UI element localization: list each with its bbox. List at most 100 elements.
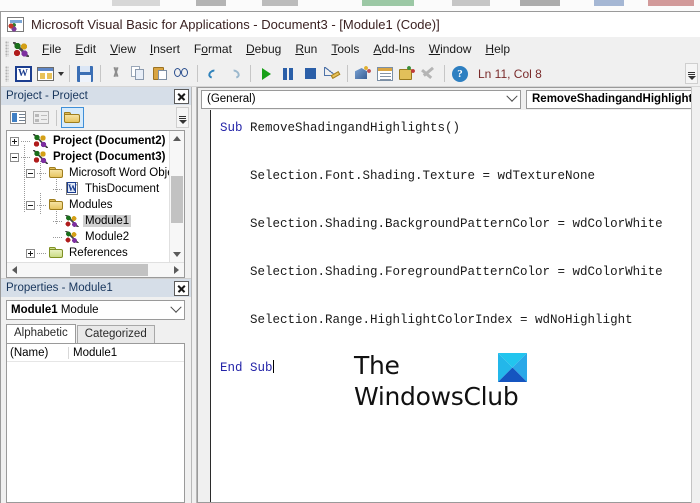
cut-button[interactable] <box>105 63 127 84</box>
view-code-icon <box>9 111 26 124</box>
left-dock: Project - Project Project (Document2) Pr… <box>1 87 191 503</box>
toolbar-grip-handle[interactable] <box>5 65 9 82</box>
properties-object-select[interactable]: Module1 Module <box>6 300 185 320</box>
scroll-up-button[interactable] <box>170 131 184 146</box>
tree-connector <box>53 220 63 222</box>
properties-titlebar: Properties - Module1 <box>1 279 191 297</box>
run-button[interactable] <box>255 63 277 84</box>
watermark-line-2: WindowsClub <box>354 382 519 411</box>
insert-userform-button[interactable] <box>34 63 56 84</box>
scrollbar-track[interactable] <box>22 263 169 277</box>
view-word-button[interactable]: W <box>12 63 34 84</box>
chevron-down-icon[interactable] <box>504 90 520 108</box>
tab-alphabetic[interactable]: Alphabetic <box>6 324 76 343</box>
tree-node-project-document2[interactable]: Project (Document2) <box>7 133 169 149</box>
expander-plus-icon[interactable] <box>26 248 35 258</box>
scissors-icon <box>109 66 123 81</box>
property-row[interactable]: (Name) Module1 <box>7 344 184 362</box>
code-margin-indicator-bar[interactable] <box>198 110 211 502</box>
expander-minus-icon[interactable] <box>26 200 35 210</box>
property-value[interactable]: Module1 <box>69 347 184 359</box>
chevron-up-icon <box>173 136 181 141</box>
menu-item-file[interactable]: File <box>35 39 68 59</box>
tab-categorized[interactable]: Categorized <box>76 325 155 343</box>
menu-item-view[interactable]: View <box>103 39 143 59</box>
menu-item-insert[interactable]: Insert <box>143 39 187 59</box>
code-window: (General) RemoveShadingandHighlights Sub… <box>197 87 700 503</box>
tree-node-module2[interactable]: Module2 <box>7 229 169 245</box>
menu-item-help[interactable]: Help <box>478 39 517 59</box>
window-right-edge <box>691 87 700 503</box>
tree-node-modules[interactable]: Modules <box>7 197 169 213</box>
redo-button[interactable] <box>224 63 246 84</box>
view-object-button[interactable] <box>29 107 52 128</box>
scrollbar-thumb[interactable] <box>171 176 183 223</box>
help-button[interactable]: ? <box>449 63 471 84</box>
chevron-down-icon[interactable] <box>168 301 184 319</box>
code-window-combos: (General) RemoveShadingandHighlights <box>198 88 700 110</box>
project-tree-vertical-scrollbar[interactable] <box>169 131 184 262</box>
tree-node-references[interactable]: References <box>7 245 169 261</box>
code-editor-area[interactable]: Sub RemoveShadingandHighlights() Selecti… <box>198 110 700 502</box>
find-button[interactable] <box>171 63 193 84</box>
close-icon[interactable] <box>174 88 189 104</box>
menu-item-format[interactable]: Format <box>187 39 239 59</box>
insert-dropdown-button[interactable] <box>56 63 65 84</box>
vba-icon <box>12 41 30 58</box>
toolbar-separator <box>444 65 445 82</box>
expander-minus-icon[interactable] <box>10 152 19 162</box>
question-help-icon: ? <box>452 65 468 82</box>
undo-button[interactable] <box>202 63 224 84</box>
panel-overflow-icon[interactable] <box>176 107 189 128</box>
folder-icon-green <box>49 246 64 260</box>
userform-icon <box>36 66 54 81</box>
procedure-select-combo[interactable]: RemoveShadingandHighlights <box>526 89 700 109</box>
scrollbar-track[interactable] <box>170 146 184 247</box>
code-text[interactable]: Sub RemoveShadingandHighlights() Selecti… <box>211 110 700 502</box>
save-button[interactable] <box>74 63 96 84</box>
tree-node-project-document3[interactable]: Project (Document3) <box>7 149 169 165</box>
play-triangle-icon <box>261 67 271 80</box>
toggle-folders-button[interactable] <box>61 107 84 128</box>
project-tree-horizontal-scrollbar[interactable] <box>7 262 184 277</box>
ruler-pencil-icon <box>324 66 340 81</box>
close-icon[interactable] <box>174 280 189 296</box>
code-keyword: End Sub <box>220 361 273 375</box>
tree-node-thisdocument[interactable]: ThisDocument <box>7 181 169 197</box>
paste-button[interactable] <box>149 63 171 84</box>
view-code-button[interactable] <box>6 107 29 128</box>
properties-window-button[interactable] <box>374 63 396 84</box>
reset-button[interactable] <box>299 63 321 84</box>
scroll-right-button[interactable] <box>169 263 184 277</box>
toolbox-button[interactable] <box>418 63 440 84</box>
chevron-left-icon <box>12 266 17 274</box>
object-browser-button[interactable] <box>396 63 418 84</box>
break-button[interactable] <box>277 63 299 84</box>
menu-grip-handle[interactable] <box>5 41 9 57</box>
copy-button[interactable] <box>127 63 149 84</box>
project-explorer-button[interactable] <box>352 63 374 84</box>
expander-minus-icon[interactable] <box>26 168 35 178</box>
menu-item-run[interactable]: Run <box>288 39 324 59</box>
bg-segment <box>648 0 694 6</box>
text-cursor <box>272 360 274 373</box>
menu-item-tools[interactable]: Tools <box>324 39 366 59</box>
expander-plus-icon[interactable] <box>10 136 19 146</box>
design-mode-button[interactable] <box>321 63 343 84</box>
menu-item-window[interactable]: Window <box>422 39 479 59</box>
scroll-left-button[interactable] <box>7 263 22 277</box>
menu-item-debug[interactable]: Debug <box>239 39 288 59</box>
tree-node-microsoft-word-objects[interactable]: Microsoft Word Obje <box>7 165 169 181</box>
menu-item-edit[interactable]: Edit <box>68 39 103 59</box>
menu-item-addins[interactable]: Add-Ins <box>366 39 421 59</box>
toolbar-overflow-icon[interactable] <box>685 63 698 84</box>
project-explorer-titlebar: Project - Project <box>1 87 191 105</box>
bg-segment <box>112 0 160 6</box>
scrollbar-thumb[interactable] <box>70 264 148 276</box>
tree-node-label: Module1 <box>83 215 132 227</box>
tree-connector <box>53 188 63 190</box>
scroll-down-button[interactable] <box>170 247 184 262</box>
object-select-combo[interactable]: (General) <box>201 89 521 109</box>
tree-node-module1[interactable]: Module1 <box>7 213 169 229</box>
